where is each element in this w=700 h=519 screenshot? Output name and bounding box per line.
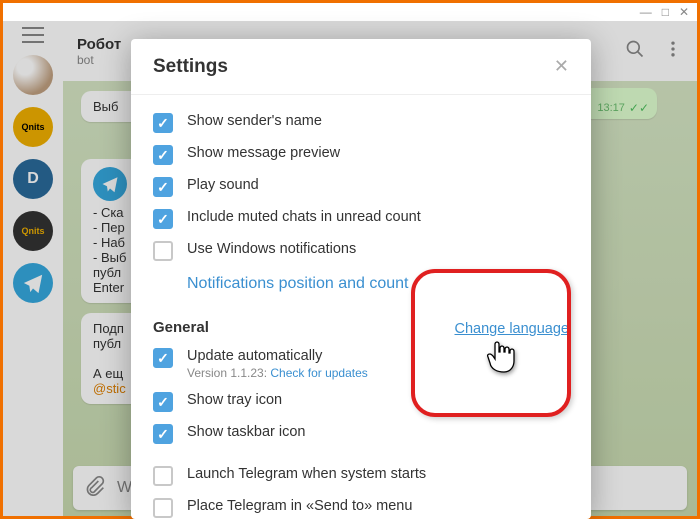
setting-show-sender[interactable]: Show sender's name [153, 107, 569, 139]
setting-send-to[interactable]: Place Telegram in «Send to» menu [153, 492, 569, 519]
setting-update-auto[interactable]: Update automatically Version 1.1.23: Che… [153, 342, 569, 386]
setting-label: Show sender's name [187, 113, 322, 129]
minimize-button[interactable]: — [640, 5, 652, 19]
change-language-link[interactable]: Change language [455, 321, 570, 337]
notif-position-link-row: Notifications position and count [153, 267, 569, 301]
checkbox-unchecked-icon[interactable] [153, 241, 173, 261]
checkbox-checked-icon[interactable] [153, 392, 173, 412]
checkbox-checked-icon[interactable] [153, 209, 173, 229]
setting-label: Show message preview [187, 145, 340, 161]
checkbox-unchecked-icon[interactable] [153, 466, 173, 486]
setting-show-tray[interactable]: Show tray icon [153, 386, 569, 418]
general-heading-row: General Change language [153, 301, 569, 342]
checkbox-checked-icon[interactable] [153, 177, 173, 197]
checkbox-checked-icon[interactable] [153, 145, 173, 165]
notifications-position-link[interactable]: Notifications position and count [187, 275, 408, 292]
checkbox-checked-icon[interactable] [153, 424, 173, 444]
setting-label: Place Telegram in «Send to» menu [187, 498, 412, 514]
setting-label: Use Windows notifications [187, 241, 356, 257]
setting-label: Show taskbar icon [187, 424, 305, 440]
setting-label: Show tray icon [187, 392, 282, 408]
checkbox-checked-icon[interactable] [153, 113, 173, 133]
app-shell: Qnits D Qnits Робот bot Выб [3, 21, 697, 516]
version-text: Version 1.1.23: Check for updates [187, 366, 368, 380]
settings-modal-header: Settings ✕ [131, 39, 591, 95]
window-titlebar: — □ ✕ [3, 3, 697, 21]
settings-title: Settings [153, 56, 228, 78]
setting-show-taskbar[interactable]: Show taskbar icon [153, 418, 569, 450]
window-frame: — □ ✕ Qnits D Qnits Робот bot [0, 0, 700, 519]
setting-use-windows-notif[interactable]: Use Windows notifications [153, 235, 569, 267]
setting-include-muted[interactable]: Include muted chats in unread count [153, 203, 569, 235]
setting-label: Launch Telegram when system starts [187, 466, 426, 482]
setting-label: Update automatically [187, 348, 368, 364]
setting-show-preview[interactable]: Show message preview [153, 139, 569, 171]
maximize-button[interactable]: □ [662, 5, 669, 19]
window-close-button[interactable]: ✕ [679, 5, 689, 19]
settings-modal: Settings ✕ Show sender's name Show messa… [131, 39, 591, 519]
setting-label: Play sound [187, 177, 259, 193]
setting-launch-startup[interactable]: Launch Telegram when system starts [153, 460, 569, 492]
setting-label-group: Update automatically Version 1.1.23: Che… [187, 348, 368, 380]
close-icon[interactable]: ✕ [554, 56, 569, 77]
checkbox-unchecked-icon[interactable] [153, 498, 173, 518]
checkbox-checked-icon[interactable] [153, 348, 173, 368]
general-heading: General [153, 319, 209, 336]
check-updates-link[interactable]: Check for updates [270, 366, 367, 380]
setting-play-sound[interactable]: Play sound [153, 171, 569, 203]
settings-body: Show sender's name Show message preview … [131, 95, 591, 519]
setting-label: Include muted chats in unread count [187, 209, 421, 225]
